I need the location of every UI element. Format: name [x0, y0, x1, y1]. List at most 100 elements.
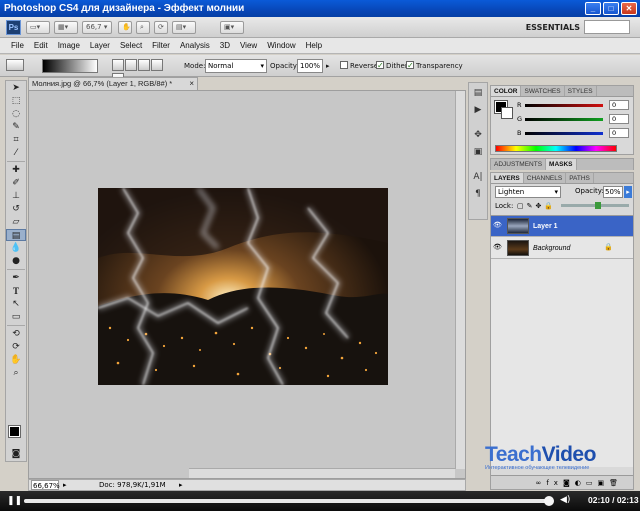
mode-dropdown[interactable]: Normal ▾	[205, 59, 267, 73]
menu-3d[interactable]: 3D	[215, 38, 235, 53]
color-background-swatch[interactable]	[501, 107, 513, 119]
layer-row-background[interactable]: 👁 Background 🔒	[491, 238, 633, 259]
layer-row-layer-1[interactable]: 👁 Layer 1	[491, 216, 633, 237]
brush-tool-icon[interactable]: ✐	[6, 177, 26, 189]
opacity-arrow-icon[interactable]: ▸	[326, 59, 330, 73]
blue-slider[interactable]	[525, 132, 603, 135]
healing-brush-tool-icon[interactable]: ✚	[6, 164, 26, 176]
link-layers-icon[interactable]: ∞	[536, 479, 547, 487]
menu-analysis[interactable]: Analysis	[175, 38, 215, 53]
vertical-scrollbar[interactable]	[455, 91, 465, 469]
menu-file[interactable]: File	[6, 38, 29, 53]
menu-select[interactable]: Select	[115, 38, 147, 53]
eyedropper-tool-icon[interactable]: ⁄	[6, 147, 26, 159]
tab-styles[interactable]: STYLES	[565, 86, 597, 96]
video-progress-track[interactable]	[24, 496, 554, 506]
tab-adjustments[interactable]: ADJUSTMENTS	[491, 159, 547, 170]
reflected-gradient-button[interactable]	[151, 59, 163, 71]
tab-layers[interactable]: LAYERS	[491, 173, 524, 183]
type-tool-icon[interactable]: T	[6, 285, 26, 297]
hand-tool-icon[interactable]: ✋	[6, 354, 26, 366]
hand-tool-button[interactable]: ✋	[118, 21, 132, 34]
tab-masks[interactable]: MASKS	[546, 159, 577, 170]
menu-view[interactable]: View	[235, 38, 262, 53]
visibility-eye-icon[interactable]: 👁	[493, 243, 502, 251]
eraser-tool-icon[interactable]: ▱	[6, 216, 26, 228]
paragraph-panel-icon[interactable]: ¶	[469, 188, 487, 201]
red-value-input[interactable]: 0	[609, 100, 629, 110]
tab-channels[interactable]: CHANNELS	[524, 173, 567, 183]
menu-filter[interactable]: Filter	[147, 38, 175, 53]
color-spectrum-ramp[interactable]	[495, 145, 617, 152]
radial-gradient-button[interactable]	[125, 59, 137, 71]
green-slider[interactable]	[525, 118, 603, 121]
video-progress-knob[interactable]	[544, 496, 554, 506]
lock-all-icon[interactable]: 🔒	[544, 202, 556, 210]
gradient-picker[interactable]	[42, 59, 98, 73]
tab-paths[interactable]: PATHS	[566, 173, 594, 183]
menu-window[interactable]: Window	[262, 38, 300, 53]
layer-opacity-arrow-icon[interactable]: ▸	[624, 186, 632, 198]
shape-tool-icon[interactable]: ▭	[6, 311, 26, 323]
status-options-icon[interactable]: ▸	[63, 480, 67, 490]
lasso-tool-icon[interactable]: ◌	[6, 108, 26, 120]
pause-button[interactable]: ❚❚	[7, 496, 22, 506]
foreground-color-swatch[interactable]	[8, 425, 21, 438]
3d-panel-icon[interactable]: ✥	[469, 129, 487, 142]
blue-value-input[interactable]: 0	[609, 128, 629, 138]
red-slider[interactable]	[525, 104, 603, 107]
history-brush-tool-icon[interactable]: ↺	[6, 203, 26, 215]
visibility-eye-icon[interactable]: 👁	[493, 221, 502, 229]
blur-tool-icon[interactable]: 💧	[6, 242, 26, 254]
workspace-switcher[interactable]: ESSENTIALS	[526, 20, 580, 35]
minimize-button[interactable]: _	[585, 2, 601, 15]
actions-panel-icon[interactable]: ▶	[469, 104, 487, 117]
canvas-area[interactable]	[28, 90, 466, 479]
cs-live-search[interactable]	[584, 20, 630, 34]
maximize-button[interactable]: □	[603, 2, 619, 15]
rotate-view-button[interactable]: ⟳	[154, 21, 168, 34]
zoom-tool-icon[interactable]: ⌕	[6, 367, 26, 379]
horizontal-scrollbar[interactable]	[189, 468, 455, 478]
clone-stamp-tool-icon[interactable]: ⊥	[6, 190, 26, 202]
gradient-tool-icon[interactable]: ▤	[6, 229, 26, 241]
tab-color[interactable]: COLOR	[491, 86, 522, 96]
angle-gradient-button[interactable]	[138, 59, 150, 71]
3d-orbit-tool-icon[interactable]: ⟳	[6, 341, 26, 353]
tool-preset-picker[interactable]	[6, 59, 24, 71]
move-tool-icon[interactable]: ➤	[6, 82, 26, 94]
blend-mode-dropdown[interactable]: Lighten ▾	[495, 186, 561, 198]
trash-icon[interactable]: 🗑	[609, 479, 623, 487]
pen-tool-icon[interactable]: ✒	[6, 272, 26, 284]
new-group-icon[interactable]: ▭	[586, 479, 598, 487]
path-selection-tool-icon[interactable]: ↖	[6, 298, 26, 310]
tab-swatches[interactable]: SWATCHES	[521, 86, 565, 96]
green-value-input[interactable]: 0	[609, 114, 629, 124]
lock-pixels-icon[interactable]: ✎	[527, 202, 536, 210]
layer-style-icon[interactable]: fx	[546, 479, 563, 487]
history-panel-icon[interactable]: ▤	[469, 87, 487, 100]
zoom-level-dropdown[interactable]: 66,7 ▾	[82, 21, 112, 34]
quick-mask-icon[interactable]: ◙	[6, 448, 26, 460]
layer-opacity-input[interactable]: 50%	[603, 186, 623, 198]
menu-image[interactable]: Image	[53, 38, 85, 53]
close-button[interactable]: ✕	[621, 2, 637, 15]
lightning-photo-canvas[interactable]	[98, 188, 388, 385]
reverse-checkbox[interactable]: Reverse	[340, 59, 378, 73]
layer-comps-icon[interactable]: ▣	[469, 146, 487, 159]
menu-edit[interactable]: Edit	[29, 38, 53, 53]
add-mask-icon[interactable]: ◙	[563, 479, 575, 487]
crop-tool-icon[interactable]: ⌗	[6, 134, 26, 146]
opacity-input[interactable]: 100%	[297, 59, 323, 73]
transparency-checkbox[interactable]: Transparency	[406, 59, 463, 73]
menu-help[interactable]: Help	[301, 38, 327, 53]
adjustment-layer-icon[interactable]: ◐	[575, 479, 586, 487]
view-extras-button[interactable]: ▦▾	[54, 21, 78, 34]
document-tab[interactable]: Молния.jpg @ 66,7% (Layer 1, RGB/8#) * ×	[28, 77, 198, 90]
linear-gradient-button[interactable]	[112, 59, 124, 71]
volume-icon[interactable]: ◀)	[560, 495, 570, 505]
fill-slider[interactable]	[561, 202, 629, 209]
close-document-icon[interactable]: ×	[189, 78, 194, 90]
status-menu-icon[interactable]: ▸	[179, 480, 183, 490]
fill-slider-knob[interactable]	[595, 202, 601, 209]
